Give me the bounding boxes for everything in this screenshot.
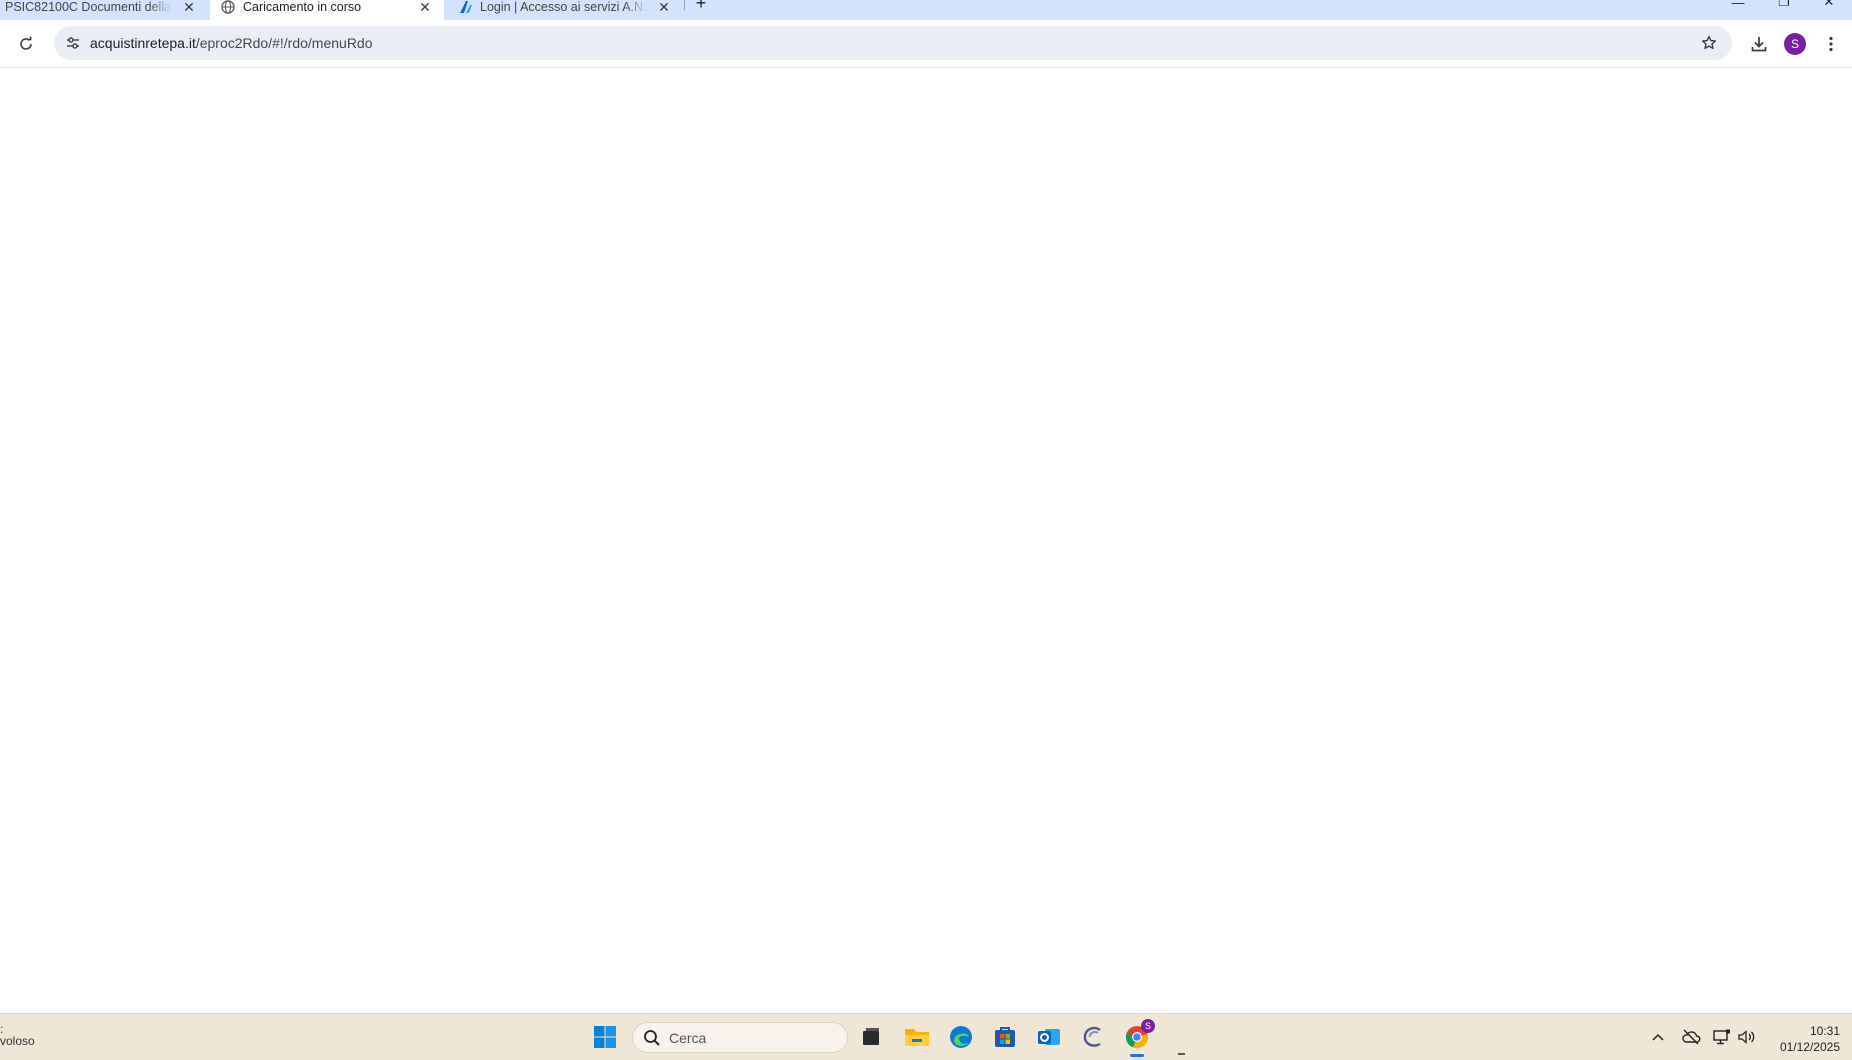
more-menu-icon[interactable] <box>1819 32 1843 56</box>
weather-widget[interactable]: : voloso <box>0 1022 35 1048</box>
network-icon[interactable] <box>1709 1024 1735 1050</box>
site-settings-icon[interactable] <box>62 32 84 54</box>
tab-login-anac[interactable]: Login | Accesso ai servizi A.N.AC ✕ <box>446 0 682 20</box>
download-icon[interactable] <box>1747 32 1771 56</box>
address-bar[interactable]: acquistinretepa.it/eproc2Rdo/#!/rdo/menu… <box>54 26 1732 60</box>
windows-taskbar: : voloso Cerca S 10:31 01/12/2025 <box>0 1013 1852 1060</box>
copilot-app-icon[interactable] <box>1078 1022 1108 1052</box>
reload-icon[interactable] <box>14 32 38 56</box>
search-placeholder: Cerca <box>669 1030 707 1046</box>
volume-icon[interactable] <box>1734 1024 1760 1050</box>
window-close-icon[interactable]: ✕ <box>1819 0 1839 10</box>
weather-condition: voloso <box>0 1034 35 1048</box>
onedrive-offline-icon[interactable] <box>1678 1024 1704 1050</box>
search-icon <box>644 1030 660 1046</box>
close-icon[interactable]: ✕ <box>417 0 433 15</box>
page-content <box>0 68 1852 1013</box>
clock-time: 10:31 <box>1809 1024 1840 1038</box>
chrome-profile-badge: S <box>1141 1019 1155 1033</box>
file-explorer-icon[interactable] <box>902 1022 932 1052</box>
outlook-icon[interactable] <box>1034 1022 1064 1052</box>
restore-icon[interactable]: ❐ <box>1774 0 1794 10</box>
microsoft-store-icon[interactable] <box>990 1022 1020 1052</box>
chrome-taskbar-icon[interactable]: S <box>1122 1019 1155 1057</box>
tab-separator <box>684 0 685 10</box>
new-tab-icon[interactable]: + <box>692 0 710 13</box>
url-domain: acquistinretepa.it <box>90 35 196 51</box>
close-icon[interactable]: ✕ <box>656 0 672 15</box>
running-app-indicator <box>1178 1053 1185 1055</box>
clock-date: 01/12/2025 <box>1779 1040 1840 1054</box>
browser-toolbar: acquistinretepa.it/eproc2Rdo/#!/rdo/menu… <box>0 20 1852 68</box>
profile-avatar[interactable]: S <box>1784 33 1806 55</box>
tab-title: PSIC82100C Documenti della pi <box>5 0 173 14</box>
active-app-indicator <box>1130 1054 1144 1057</box>
minimize-icon[interactable]: — <box>1728 0 1748 10</box>
tab-title: Login | Accesso ai servizi A.N.AC <box>480 0 648 14</box>
windows-start-icon[interactable] <box>590 1022 620 1052</box>
tab-strip: PSIC82100C Documenti della pi ✕ Caricame… <box>0 0 1852 20</box>
weather-temp: : <box>0 1022 4 1034</box>
show-hidden-icons-chevron-icon[interactable] <box>1645 1024 1671 1050</box>
anac-logo-icon <box>460 1 472 13</box>
close-icon[interactable]: ✕ <box>181 0 197 15</box>
url-path: /eproc2Rdo/#!/rdo/menuRdo <box>195 35 373 51</box>
tab-caricamento[interactable]: Caricamento in corso ✕ <box>210 0 444 20</box>
bookmark-star-icon[interactable] <box>1698 32 1720 54</box>
system-clock[interactable]: 10:31 01/12/2025 <box>1762 1023 1840 1055</box>
edge-browser-icon[interactable] <box>946 1022 976 1052</box>
taskbar-search[interactable]: Cerca <box>632 1022 848 1053</box>
url-text[interactable]: acquistinretepa.it/eproc2Rdo/#!/rdo/menu… <box>90 26 373 60</box>
loading-globe-icon <box>221 0 235 14</box>
tab-title: Caricamento in corso <box>243 0 362 14</box>
task-view-icon[interactable] <box>856 1022 886 1052</box>
tab-documenti[interactable]: PSIC82100C Documenti della pi ✕ <box>0 0 212 20</box>
